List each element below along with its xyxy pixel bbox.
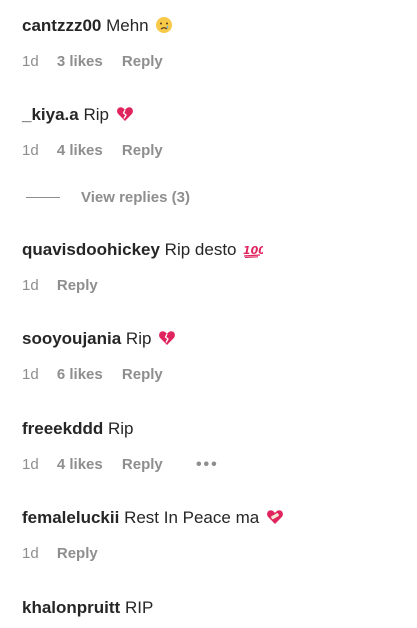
comment-text: RIP: [124, 598, 154, 617]
comment-username[interactable]: freeekddd: [22, 419, 103, 438]
broken-heart-emoji-icon: [116, 104, 134, 126]
comment-likes[interactable]: 4 likes: [57, 142, 103, 159]
reply-button[interactable]: Reply: [122, 366, 163, 383]
mending-heart-emoji-icon: [266, 507, 284, 529]
reply-button[interactable]: Reply: [122, 142, 163, 159]
comment-likes[interactable]: 6 likes: [57, 366, 103, 383]
comment-time: 1d: [22, 142, 39, 159]
more-options-icon[interactable]: •••: [196, 455, 219, 475]
comment-item: freeekddd Rip 1d 4 likes Reply •••: [22, 418, 407, 475]
reply-button[interactable]: Reply: [57, 277, 98, 294]
comment-username[interactable]: sooyoujania: [22, 329, 121, 348]
comment-username[interactable]: cantzzz00: [22, 16, 101, 35]
comment-item: sooyoujania Rip 1d 6 likes Reply: [22, 328, 407, 385]
reply-button[interactable]: Reply: [122, 456, 163, 473]
comment-text: Mehn: [106, 16, 149, 35]
sad-tear-emoji-icon: [155, 15, 173, 37]
comment-time: 1d: [22, 366, 39, 383]
comment-username[interactable]: _kiya.a: [22, 105, 79, 124]
comment-text: Rip: [125, 329, 152, 348]
comments-feed: cantzzz00 Mehn 1d 3 likes Reply _kiya.a …: [0, 0, 417, 628]
view-replies-button[interactable]: View replies (3): [26, 187, 190, 207]
comment-username[interactable]: femaleluckii: [22, 508, 119, 527]
comment-time: 1d: [22, 53, 39, 70]
comment-text: Rip: [83, 105, 109, 124]
comment-text: Rest In Peace ma: [124, 508, 260, 527]
comment-item: khalonpruitt RIP: [22, 597, 407, 619]
comment-item: quavisdoohickey Rip desto 100 1d Reply: [22, 239, 407, 296]
comment-item: cantzzz00 Mehn 1d 3 likes Reply: [22, 15, 407, 72]
reply-button[interactable]: Reply: [57, 545, 98, 562]
comment-item: femaleluckii Rest In Peace ma 1d Reply: [22, 507, 407, 564]
comment-username[interactable]: quavisdoohickey: [22, 240, 160, 259]
comment-likes[interactable]: 4 likes: [57, 456, 103, 473]
view-replies-label: View replies (3): [81, 188, 190, 206]
comment-time: 1d: [22, 545, 39, 562]
comment-time: 1d: [22, 456, 39, 473]
broken-heart-emoji-icon: [158, 328, 176, 350]
divider-line: [26, 196, 60, 198]
comment-username[interactable]: khalonpruitt: [22, 598, 120, 617]
comment-text: Rip desto: [164, 240, 237, 259]
comment-time: 1d: [22, 277, 39, 294]
hundred-points-emoji-icon: 100: [243, 239, 267, 261]
comment-text: Rip: [107, 419, 134, 438]
reply-button[interactable]: Reply: [122, 53, 163, 70]
comment-item: _kiya.a Rip 1d 4 likes Reply: [22, 104, 407, 161]
comment-likes[interactable]: 3 likes: [57, 53, 103, 70]
